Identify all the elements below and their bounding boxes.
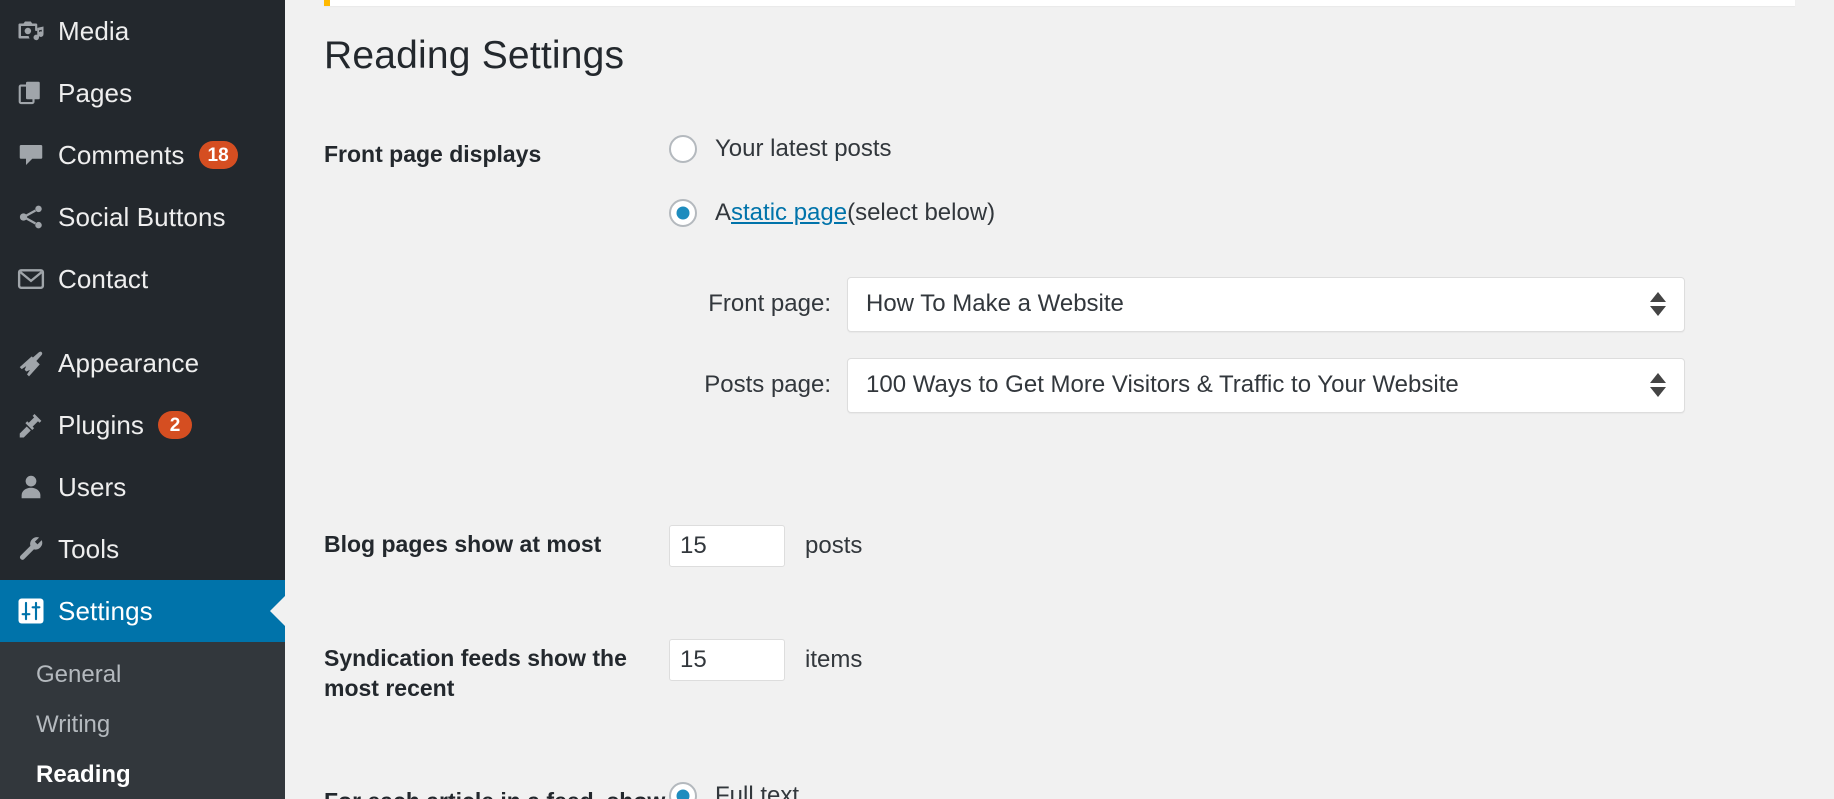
front-page-select-label: Front page:	[695, 290, 847, 318]
syndication-feeds-label: Syndication feeds show the most recent	[324, 639, 669, 704]
sidebar-item-settings[interactable]: Settings	[0, 580, 285, 642]
sidebar-item-label: Tools	[58, 534, 119, 565]
feed-article-field: Full text	[669, 782, 1834, 799]
sidebar-item-appearance[interactable]: Appearance	[0, 332, 285, 394]
sidebar-item-label: Plugins	[58, 410, 144, 441]
sidebar-item-label: Pages	[58, 78, 132, 109]
radio-static-page-text-after: (select below)	[847, 201, 995, 225]
media-icon	[12, 16, 58, 46]
sidebar-item-plugins[interactable]: Plugins 2	[0, 394, 285, 456]
front-page-displays-field: Your latest posts A static page (select …	[669, 135, 1834, 413]
radio-full-text-control[interactable]	[669, 782, 697, 799]
wordpress-admin-screen: Media Pages Comments 18	[0, 0, 1834, 799]
admin-notice	[324, 0, 1795, 6]
submenu-item-reading[interactable]: Reading	[0, 750, 285, 799]
reading-settings-form: Front page displays Your latest posts A …	[324, 135, 1834, 799]
radio-full-text-label: Full text	[715, 784, 799, 799]
sidebar-item-pages[interactable]: Pages	[0, 62, 285, 124]
admin-sidebar: Media Pages Comments 18	[0, 0, 285, 799]
radio-static-page-control[interactable]	[669, 199, 697, 227]
radio-static-page-text-before: A	[715, 201, 731, 225]
sidebar-item-contact[interactable]: Contact	[0, 248, 285, 310]
sidebar-item-media[interactable]: Media	[0, 0, 285, 62]
share-icon	[12, 202, 58, 232]
sidebar-item-comments[interactable]: Comments 18	[0, 124, 285, 186]
syndication-feeds-input[interactable]	[669, 639, 785, 681]
comments-icon	[12, 140, 58, 170]
chevron-updown-icon	[1650, 292, 1670, 316]
blog-pages-input[interactable]	[669, 525, 785, 567]
posts-page-select-label: Posts page:	[695, 371, 847, 399]
sidebar-item-label: Users	[58, 472, 126, 503]
posts-page-select-value: 100 Ways to Get More Visitors & Traffic …	[866, 371, 1650, 399]
sidebar-item-label: Appearance	[58, 348, 199, 379]
front-page-displays-row: Front page displays Your latest posts A …	[324, 135, 1834, 413]
paintbrush-icon	[12, 348, 58, 378]
syndication-feeds-row: Syndication feeds show the most recent i…	[324, 639, 1834, 704]
static-page-selectors: Front page: How To Make a Website Posts …	[669, 277, 1834, 413]
front-page-select-value: How To Make a Website	[866, 290, 1650, 318]
syndication-feeds-suffix: items	[805, 646, 862, 674]
posts-page-select[interactable]: 100 Ways to Get More Visitors & Traffic …	[847, 358, 1685, 413]
page-title: Reading Settings	[324, 0, 1834, 79]
radio-full-text[interactable]: Full text	[669, 782, 1834, 799]
active-menu-pointer	[270, 595, 285, 627]
user-icon	[12, 472, 58, 502]
blog-pages-field: posts	[669, 525, 1834, 567]
blog-pages-suffix: posts	[805, 532, 862, 560]
feed-article-row: For each article in a feed, show Full te…	[324, 782, 1834, 799]
sidebar-item-label: Comments	[58, 140, 185, 171]
static-page-link[interactable]: static page	[731, 201, 847, 225]
sidebar-item-tools[interactable]: Tools	[0, 518, 285, 580]
front-page-select[interactable]: How To Make a Website	[847, 277, 1685, 332]
front-page-displays-label: Front page displays	[324, 135, 669, 169]
syndication-feeds-field: items	[669, 639, 1834, 681]
radio-latest-posts[interactable]: Your latest posts	[669, 135, 1834, 163]
plugins-count-badge: 2	[158, 411, 192, 439]
submenu-item-writing[interactable]: Writing	[0, 700, 285, 750]
main-content: Reading Settings Front page displays You…	[285, 0, 1834, 799]
sliders-icon	[12, 596, 58, 626]
chevron-updown-icon	[1650, 373, 1670, 397]
sidebar-item-label: Social Buttons	[58, 202, 226, 233]
sidebar-item-social-buttons[interactable]: Social Buttons	[0, 186, 285, 248]
blog-pages-label: Blog pages show at most	[324, 525, 669, 559]
radio-static-page[interactable]: A static page (select below)	[669, 199, 1834, 227]
comments-count-badge: 18	[199, 141, 238, 169]
settings-submenu: General Writing Reading Discussion	[0, 642, 285, 799]
wrench-icon	[12, 534, 58, 564]
sidebar-item-label: Media	[58, 16, 129, 47]
sidebar-item-label: Contact	[58, 264, 148, 295]
radio-latest-posts-control[interactable]	[669, 135, 697, 163]
front-page-select-row: Front page: How To Make a Website	[695, 277, 1834, 332]
blog-pages-row: Blog pages show at most posts	[324, 525, 1834, 567]
sidebar-item-users[interactable]: Users	[0, 456, 285, 518]
submenu-item-general[interactable]: General	[0, 650, 285, 700]
plug-icon	[12, 410, 58, 440]
posts-page-select-row: Posts page: 100 Ways to Get More Visitor…	[695, 358, 1834, 413]
sidebar-item-label: Settings	[58, 596, 153, 627]
sidebar-separator	[0, 310, 285, 332]
envelope-icon	[12, 264, 58, 294]
feed-article-label: For each article in a feed, show	[324, 782, 669, 799]
radio-latest-posts-label: Your latest posts	[715, 137, 892, 161]
pages-icon	[12, 78, 58, 108]
